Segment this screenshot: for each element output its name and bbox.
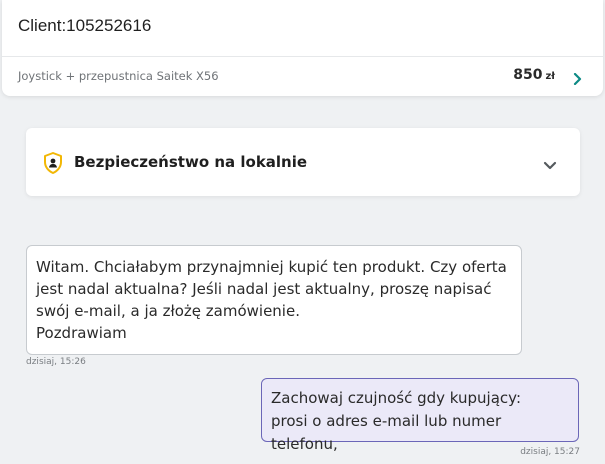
chevron-right-icon[interactable] [573,70,583,86]
safety-title: Bezpieczeństwo na lokalnie [74,153,308,171]
incoming-message-timestamp: dzisiaj, 15:26 [26,357,86,367]
safety-accordion[interactable]: Bezpieczeństwo na lokalnie [26,128,580,196]
outgoing-message-timestamp: dzisiaj, 15:27 [520,447,580,457]
product-price: 850 zł [513,67,555,83]
chevron-down-icon[interactable] [543,156,557,170]
header-card: Client:105252616 Joystick + przepustnica… [2,0,603,96]
product-row[interactable]: Joystick + przepustnica Saitek X56 850 zł [2,57,603,96]
price-currency: zł [545,71,555,82]
incoming-message-bubble: Witam. Chciałabym przynajmniej kupić ten… [26,245,522,355]
price-value: 850 [513,67,543,83]
product-name: Joystick + przepustnica Saitek X56 [18,69,219,83]
shield-icon [43,152,63,174]
client-title: Client:105252616 [18,16,152,35]
outgoing-message-bubble: Zachowaj czujność gdy kupujący: prosi o … [261,378,579,453]
